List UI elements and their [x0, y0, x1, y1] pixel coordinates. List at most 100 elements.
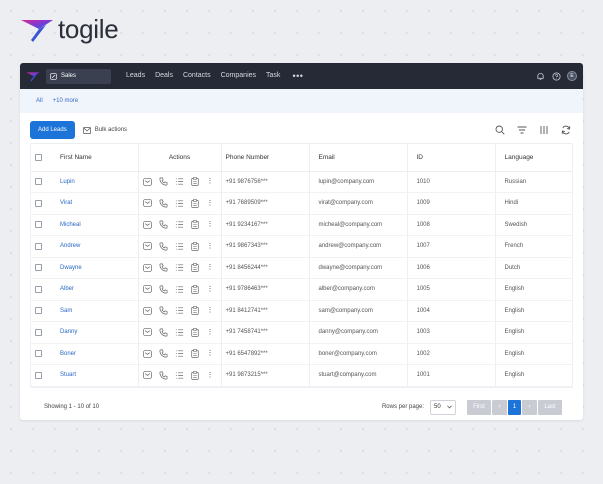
row-menu-icon[interactable]: ⋮ — [207, 243, 214, 250]
lead-name-link[interactable]: Stuart — [60, 372, 76, 378]
row-checkbox[interactable] — [35, 371, 42, 379]
header-id[interactable]: ID — [407, 144, 496, 172]
row-menu-icon[interactable]: ⋮ — [207, 350, 214, 357]
lead-name-link[interactable]: Andrew — [60, 243, 80, 249]
row-menu-icon[interactable]: ⋮ — [207, 264, 214, 271]
row-checkbox[interactable] — [35, 178, 42, 186]
message-icon[interactable] — [142, 306, 152, 315]
header-language[interactable]: Language — [495, 144, 572, 172]
table-row[interactable]: Micheal ⋮ +91 9234167*** micheal@company… — [31, 214, 572, 236]
app-selector[interactable]: Sales — [46, 68, 111, 84]
row-checkbox[interactable] — [35, 264, 42, 272]
table-row[interactable]: Lupin ⋮ +91 9876756*** lupin@company.com… — [31, 171, 572, 193]
clipboard-icon[interactable] — [191, 349, 200, 359]
clipboard-icon[interactable] — [191, 177, 200, 187]
nav-contacts[interactable]: Contacts — [183, 72, 211, 81]
filter-more[interactable]: +10 more — [53, 98, 79, 104]
clipboard-icon[interactable] — [191, 198, 200, 208]
user-avatar[interactable]: E — [567, 71, 577, 81]
message-icon[interactable] — [142, 328, 152, 337]
clipboard-icon[interactable] — [191, 220, 200, 230]
phone-icon[interactable] — [159, 220, 168, 229]
select-all-checkbox[interactable] — [35, 153, 42, 161]
task-list-icon[interactable] — [175, 306, 184, 315]
row-menu-icon[interactable]: ⋮ — [207, 286, 214, 293]
task-list-icon[interactable] — [175, 242, 184, 251]
lead-name-link[interactable]: Virat — [60, 200, 72, 206]
add-leads-button[interactable]: Add Leads — [30, 121, 75, 139]
phone-icon[interactable] — [159, 242, 168, 251]
page-first-button[interactable]: First — [467, 399, 491, 415]
nav-companies[interactable]: Companies — [221, 72, 256, 81]
row-menu-icon[interactable]: ⋮ — [207, 221, 214, 228]
help-icon[interactable] — [551, 71, 561, 81]
row-menu-icon[interactable]: ⋮ — [207, 200, 214, 207]
page-last-button[interactable]: Last — [538, 399, 562, 415]
table-row[interactable]: Dwayne ⋮ +91 8456244*** dwayne@company.c… — [31, 257, 572, 279]
phone-icon[interactable] — [159, 285, 168, 294]
row-menu-icon[interactable]: ⋮ — [207, 178, 214, 185]
rows-per-page-select[interactable]: 50 — [430, 399, 456, 415]
message-icon[interactable] — [142, 371, 152, 380]
row-checkbox[interactable] — [35, 242, 42, 250]
search-icon[interactable] — [494, 125, 505, 136]
task-list-icon[interactable] — [175, 285, 184, 294]
phone-icon[interactable] — [159, 349, 168, 358]
table-row[interactable]: Virat ⋮ +91 7689509*** virat@company.com… — [31, 192, 572, 215]
task-list-icon[interactable] — [175, 177, 184, 186]
lead-name-link[interactable]: Danny — [60, 329, 77, 335]
task-list-icon[interactable] — [175, 199, 184, 208]
page-prev-button[interactable]: ‹ — [492, 399, 507, 415]
bell-icon[interactable] — [535, 71, 545, 81]
lead-name-link[interactable]: Sam — [60, 308, 72, 314]
app-logo-icon[interactable] — [26, 68, 42, 84]
task-list-icon[interactable] — [175, 220, 184, 229]
lead-name-link[interactable]: Lupin — [60, 179, 75, 185]
header-phone[interactable]: Phone Number — [221, 144, 310, 172]
row-checkbox[interactable] — [35, 307, 42, 315]
filter-icon[interactable] — [516, 125, 527, 136]
message-icon[interactable] — [142, 263, 152, 272]
phone-icon[interactable] — [159, 263, 168, 272]
phone-icon[interactable] — [159, 177, 168, 186]
task-list-icon[interactable] — [175, 263, 184, 272]
message-icon[interactable] — [142, 242, 152, 251]
header-email[interactable]: Email — [309, 144, 408, 172]
page-next-button[interactable]: › — [522, 399, 537, 415]
message-icon[interactable] — [142, 199, 152, 208]
phone-icon[interactable] — [159, 371, 168, 380]
clipboard-icon[interactable] — [191, 284, 200, 294]
clipboard-icon[interactable] — [191, 263, 200, 273]
filter-all[interactable]: All — [36, 98, 43, 104]
row-menu-icon[interactable]: ⋮ — [207, 329, 214, 336]
task-list-icon[interactable] — [175, 371, 184, 380]
refresh-icon[interactable] — [560, 125, 571, 136]
row-checkbox[interactable] — [35, 350, 42, 358]
columns-icon[interactable] — [538, 125, 549, 136]
lead-name-link[interactable]: Dwayne — [60, 265, 82, 271]
clipboard-icon[interactable] — [191, 241, 200, 251]
page-1-button[interactable]: 1 — [508, 399, 521, 415]
header-first-name[interactable]: First Name — [49, 144, 139, 172]
message-icon[interactable] — [142, 349, 152, 358]
table-row[interactable]: Andrew ⋮ +91 9867343*** andrew@company.c… — [31, 235, 572, 258]
row-checkbox[interactable] — [35, 285, 42, 293]
phone-icon[interactable] — [159, 306, 168, 315]
table-row[interactable]: Stuart ⋮ +91 9873215*** stuart@company.c… — [31, 364, 572, 387]
table-row[interactable]: Boner ⋮ +91 6547892*** boner@company.com… — [31, 343, 572, 365]
row-checkbox[interactable] — [35, 199, 42, 207]
lead-name-link[interactable]: Alber — [60, 286, 74, 292]
row-menu-icon[interactable]: ⋮ — [207, 372, 214, 379]
task-list-icon[interactable] — [175, 328, 184, 337]
row-checkbox[interactable] — [35, 328, 42, 336]
task-list-icon[interactable] — [175, 349, 184, 358]
row-checkbox[interactable] — [35, 221, 42, 229]
table-row[interactable]: Alber ⋮ +91 9786463*** alber@company.com… — [31, 278, 572, 301]
message-icon[interactable] — [142, 177, 152, 186]
clipboard-icon[interactable] — [191, 370, 200, 380]
more-menu-icon[interactable]: ••• — [292, 71, 303, 81]
phone-icon[interactable] — [159, 199, 168, 208]
clipboard-icon[interactable] — [191, 306, 200, 316]
message-icon[interactable] — [142, 285, 152, 294]
nav-task[interactable]: Task — [266, 72, 280, 81]
